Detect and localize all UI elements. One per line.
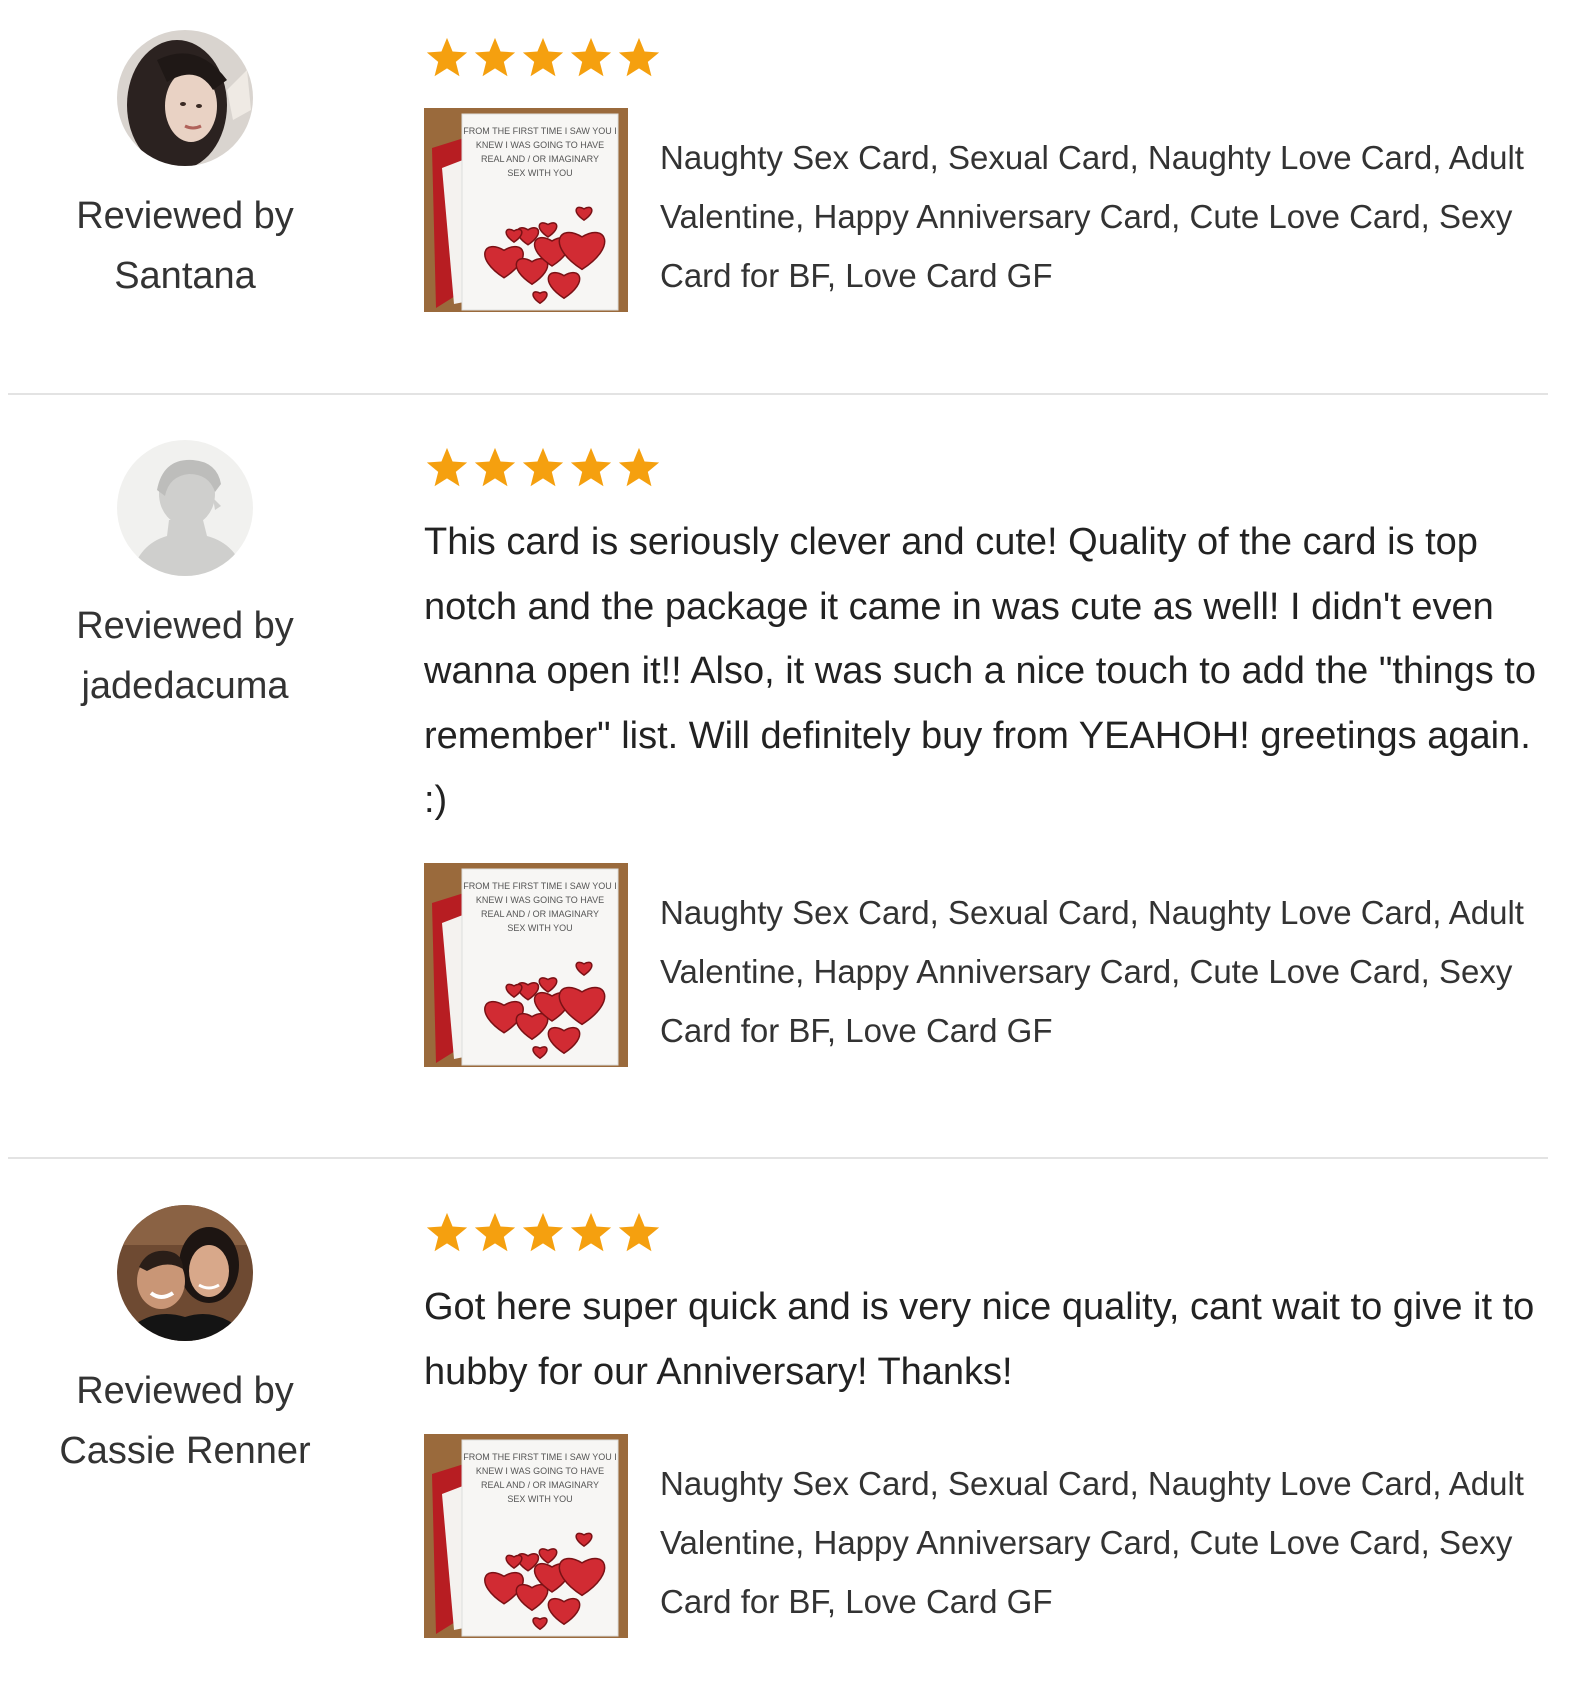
card-image-text-line: KNEW I WAS GOING TO HAVE bbox=[476, 140, 604, 150]
review-content: This card is seriously clever and cute! … bbox=[424, 440, 1554, 1067]
card-image-text-line: KNEW I WAS GOING TO HAVE bbox=[476, 895, 604, 905]
reviewed-by: Reviewed by Cassie Renner bbox=[40, 1361, 330, 1481]
star-icon bbox=[426, 1212, 468, 1252]
card-image-text-line: REAL AND / OR IMAGINARY bbox=[481, 154, 599, 164]
star-icon bbox=[522, 1212, 564, 1252]
star-icon bbox=[522, 37, 564, 77]
reviewer-name[interactable]: Cassie Renner bbox=[40, 1421, 330, 1481]
listing-thumbnail[interactable]: FROM THE FIRST TIME I SAW YOU I KNEW I WA… bbox=[424, 862, 628, 1067]
listing-title[interactable]: Naughty Sex Card, Sexual Card, Naughty L… bbox=[660, 128, 1540, 305]
star-rating bbox=[424, 440, 1554, 496]
star-rating bbox=[424, 1205, 1554, 1261]
listing-link[interactable]: FROM THE FIRST TIME I SAW YOU I KNEW I WA… bbox=[424, 1434, 1554, 1638]
reviewed-by: Reviewed by Santana bbox=[40, 186, 330, 306]
review-content: Got here super quick and is very nice qu… bbox=[424, 1205, 1554, 1638]
listing-title[interactable]: Naughty Sex Card, Sexual Card, Naughty L… bbox=[660, 1454, 1540, 1631]
card-image-text-line: SEX WITH YOU bbox=[507, 168, 572, 178]
star-icon bbox=[618, 447, 660, 487]
card-image-text-line: REAL AND / OR IMAGINARY bbox=[481, 1480, 599, 1490]
star-icon bbox=[570, 1212, 612, 1252]
star-icon bbox=[570, 37, 612, 77]
card-image-text-line: KNEW I WAS GOING TO HAVE bbox=[476, 1466, 604, 1476]
reviewer-info: Reviewed by jadedacuma bbox=[40, 440, 330, 716]
review-text: This card is seriously clever and cute! … bbox=[424, 521, 1536, 821]
reviewed-by-label: Reviewed by bbox=[76, 1370, 294, 1412]
reviewed-by-label: Reviewed by bbox=[76, 605, 294, 647]
card-image-text-line: FROM THE FIRST TIME I SAW YOU I bbox=[463, 881, 617, 891]
divider bbox=[8, 393, 1548, 395]
card-image-text-line: FROM THE FIRST TIME I SAW YOU I bbox=[463, 1452, 617, 1462]
reviewed-by: Reviewed by jadedacuma bbox=[40, 596, 330, 716]
avatar[interactable] bbox=[117, 30, 253, 166]
listing-link[interactable]: FROM THE FIRST TIME I SAW YOU I KNEW I WA… bbox=[424, 108, 1554, 312]
reviewed-by-label: Reviewed by bbox=[76, 195, 294, 237]
star-icon bbox=[474, 447, 516, 487]
star-icon bbox=[474, 37, 516, 77]
star-icon bbox=[426, 447, 468, 487]
star-icon bbox=[426, 37, 468, 77]
divider bbox=[8, 1157, 1548, 1159]
star-icon bbox=[522, 447, 564, 487]
star-icon bbox=[618, 1212, 660, 1252]
avatar[interactable] bbox=[117, 440, 253, 576]
card-image-text-line: SEX WITH YOU bbox=[507, 1494, 572, 1504]
avatar[interactable] bbox=[117, 1205, 253, 1341]
reviewer-name[interactable]: Santana bbox=[40, 246, 330, 306]
star-icon bbox=[570, 447, 612, 487]
card-image-text-line: FROM THE FIRST TIME I SAW YOU I bbox=[463, 126, 617, 136]
reviewer-info: Reviewed by Cassie Renner bbox=[40, 1205, 330, 1481]
reviewer-info: Reviewed by Santana bbox=[40, 30, 330, 306]
star-icon bbox=[618, 37, 660, 77]
review-text: Got here super quick and is very nice qu… bbox=[424, 1286, 1535, 1393]
reviewer-name[interactable]: jadedacuma bbox=[40, 656, 330, 716]
listing-thumbnail[interactable]: FROM THE FIRST TIME I SAW YOU I KNEW I WA… bbox=[424, 108, 628, 312]
card-image-text-line: SEX WITH YOU bbox=[507, 923, 572, 933]
listing-thumbnail[interactable]: FROM THE FIRST TIME I SAW YOU I KNEW I WA… bbox=[424, 1434, 628, 1638]
star-rating bbox=[424, 30, 1554, 86]
listing-link[interactable]: FROM THE FIRST TIME I SAW YOU I KNEW I WA… bbox=[424, 862, 1554, 1067]
review-content: FROM THE FIRST TIME I SAW YOU I KNEW I WA… bbox=[424, 30, 1554, 312]
star-icon bbox=[474, 1212, 516, 1252]
card-image-text-line: REAL AND / OR IMAGINARY bbox=[481, 909, 599, 919]
listing-title[interactable]: Naughty Sex Card, Sexual Card, Naughty L… bbox=[660, 883, 1540, 1060]
